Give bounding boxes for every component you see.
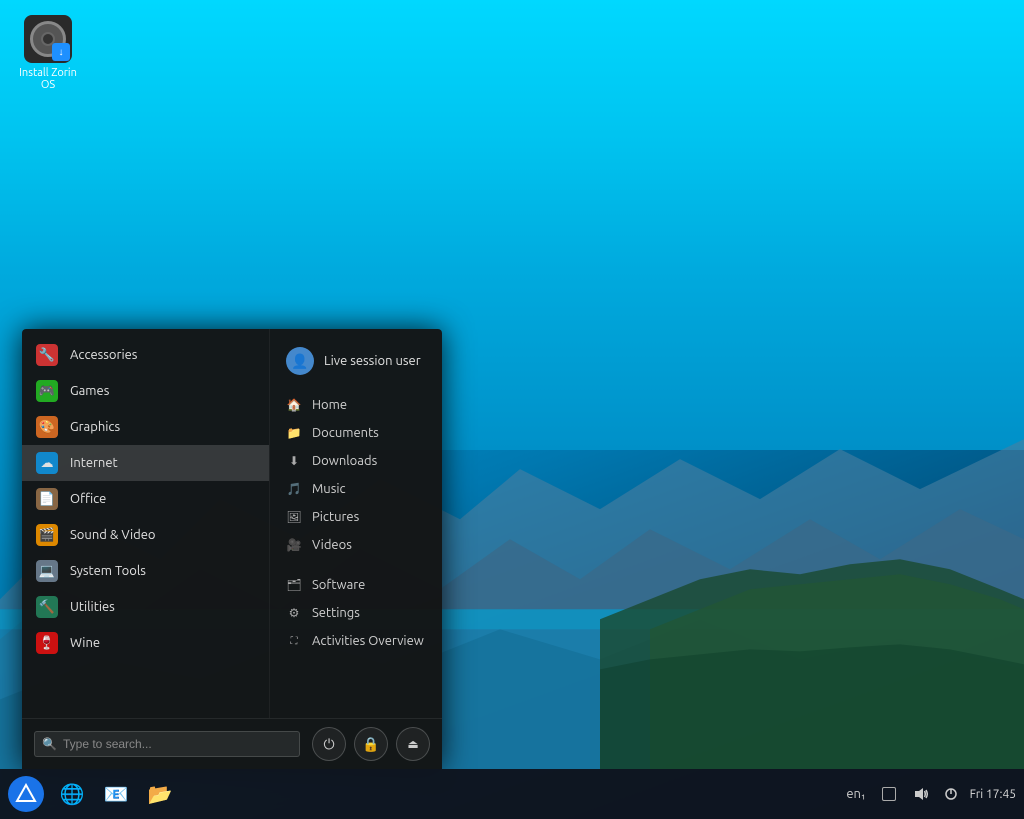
menu-item-home[interactable]: 🏠 Home — [270, 391, 442, 419]
window-icon — [882, 787, 896, 801]
logout-button[interactable]: ⏏ — [396, 727, 430, 761]
office-icon: 📄 — [36, 488, 58, 510]
menu-item-wine[interactable]: 🍷 Wine — [22, 625, 269, 661]
software-icon: 🗂 — [286, 577, 302, 593]
desktop-icon-zorin-os[interactable]: ↓ Install Zorin OS — [8, 15, 88, 91]
user-name: Live session user — [324, 354, 421, 368]
pictures-icon: 🖼 — [286, 509, 302, 525]
menu-item-settings[interactable]: ⚙ Settings — [270, 599, 442, 627]
start-button[interactable] — [8, 776, 44, 812]
user-section[interactable]: 👤 Live session user — [270, 337, 442, 391]
menu-item-sound-video[interactable]: 🎬 Sound & Video — [22, 517, 269, 553]
graphics-icon: 🎨 — [36, 416, 58, 438]
power-icon: ⏻ — [323, 736, 334, 753]
internet-icon: ☁ — [36, 452, 58, 474]
volume-icon — [912, 786, 928, 802]
menu-item-activities[interactable]: ⛶ Activities Overview — [270, 627, 442, 655]
home-icon: 🏠 — [286, 397, 302, 413]
sound-video-icon: 🎬 — [36, 524, 58, 546]
menu-item-internet[interactable]: ☁ Internet — [22, 445, 269, 481]
settings-icon: ⚙ — [286, 605, 302, 621]
documents-icon: 📁 — [286, 425, 302, 441]
music-icon: 🎵 — [286, 481, 302, 497]
menu-item-videos[interactable]: 🎥 Videos — [270, 531, 442, 559]
user-avatar: 👤 — [286, 347, 314, 375]
browser-icon: 🌐 — [60, 782, 85, 806]
activities-icon: ⛶ — [286, 633, 302, 649]
clock-display[interactable]: Fri 17:45 — [970, 788, 1016, 801]
desktop-icon-label: Install Zorin OS — [8, 67, 88, 91]
power-icon-tray — [944, 787, 958, 801]
videos-icon: 🎥 — [286, 537, 302, 553]
menu-item-office[interactable]: 📄 Office — [22, 481, 269, 517]
menu-main-area: 🔧 Accessories 🎮 Games 🎨 Graphics ☁ Inter… — [22, 329, 442, 718]
lock-button[interactable]: 🔒 — [354, 727, 388, 761]
menu-categories-panel: 🔧 Accessories 🎮 Games 🎨 Graphics ☁ Inter… — [22, 329, 270, 718]
taskbar: 🌐 📧 📂 en₁ — [0, 769, 1024, 819]
install-badge-icon: ↓ — [52, 43, 70, 61]
search-input[interactable] — [34, 731, 300, 757]
menu-item-graphics[interactable]: 🎨 Graphics — [22, 409, 269, 445]
taskbar-files[interactable]: 📂 — [140, 774, 180, 814]
system-tray: en₁ Fri 17:45 — [842, 782, 1016, 806]
desktop: ↓ Install Zorin OS 🔧 Accessories 🎮 Games… — [0, 0, 1024, 819]
games-icon: 🎮 — [36, 380, 58, 402]
power-button[interactable]: ⏻ — [312, 727, 346, 761]
menu-bottom-bar: 🔍 ⏻ 🔒 ⏏ — [22, 718, 442, 769]
action-buttons: ⏻ 🔒 ⏏ — [312, 727, 430, 761]
lock-icon: 🔒 — [362, 736, 379, 753]
menu-item-accessories[interactable]: 🔧 Accessories — [22, 337, 269, 373]
utilities-icon: 🔨 — [36, 596, 58, 618]
email-icon: 📧 — [104, 782, 129, 806]
menu-item-documents[interactable]: 📁 Documents — [270, 419, 442, 447]
wine-icon: 🍷 — [36, 632, 58, 654]
taskbar-email[interactable]: 📧 — [96, 774, 136, 814]
downloads-icon: ⬇ — [286, 453, 302, 469]
logout-icon: ⏏ — [407, 737, 418, 751]
menu-item-downloads[interactable]: ⬇ Downloads — [270, 447, 442, 475]
start-menu: 🔧 Accessories 🎮 Games 🎨 Graphics ☁ Inter… — [22, 329, 442, 769]
menu-item-pictures[interactable]: 🖼 Pictures — [270, 503, 442, 531]
accessories-icon: 🔧 — [36, 344, 58, 366]
language-indicator[interactable]: en₁ — [842, 783, 869, 805]
separator — [270, 559, 442, 571]
menu-item-utilities[interactable]: 🔨 Utilities — [22, 589, 269, 625]
menu-item-music[interactable]: 🎵 Music — [270, 475, 442, 503]
power-tray-icon[interactable] — [940, 783, 962, 805]
search-wrap: 🔍 — [34, 731, 300, 757]
menu-item-system-tools[interactable]: 💻 System Tools — [22, 553, 269, 589]
menu-item-games[interactable]: 🎮 Games — [22, 373, 269, 409]
volume-tray-icon[interactable] — [908, 782, 932, 806]
menu-item-software[interactable]: 🗂 Software — [270, 571, 442, 599]
taskbar-browser[interactable]: 🌐 — [52, 774, 92, 814]
zorin-logo-icon — [15, 783, 37, 805]
window-tray-icon[interactable] — [878, 783, 900, 805]
system-tools-icon: 💻 — [36, 560, 58, 582]
menu-places-panel: 👤 Live session user 🏠 Home 📁 Documents ⬇… — [270, 329, 442, 718]
files-icon: 📂 — [148, 782, 173, 806]
